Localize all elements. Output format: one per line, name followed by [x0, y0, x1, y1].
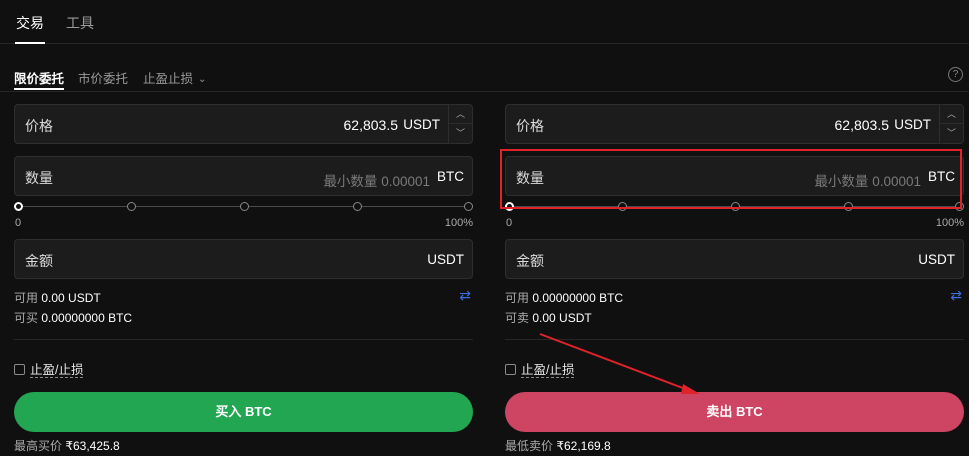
slider-stop-25[interactable] — [618, 202, 627, 211]
slider-stop-100[interactable] — [464, 202, 473, 211]
top-tab-bar: 交易 工具 — [0, 0, 969, 44]
chevron-down-icon[interactable]: ﹀ — [449, 124, 472, 143]
buy-can-label: 可买 — [14, 311, 39, 325]
slider-stop-50[interactable] — [240, 202, 249, 211]
sell-quantity-placeholder: 最小数量 0.00001 — [814, 174, 921, 189]
buy-best-price: 最高买价 ₹63,425.8 — [14, 437, 120, 454]
tab-market-order[interactable]: 市价委托 — [78, 68, 128, 87]
buy-quantity-slider[interactable] — [14, 202, 473, 212]
sell-can-value: 0.00 USDT — [532, 311, 592, 325]
buy-available-value: 0.00 USDT — [41, 291, 101, 305]
sell-best-label: 最低卖价 — [505, 439, 554, 453]
buy-slider-min: 0 — [15, 217, 22, 229]
buy-best-label: 最高买价 — [14, 439, 63, 453]
buy-quantity-field[interactable]: 数量 最小数量 0.00001 BTC — [14, 156, 473, 196]
buy-price-unit: USDT — [403, 117, 440, 132]
divider — [505, 339, 964, 340]
sell-tpsl-label: 止盈/止损 — [521, 363, 575, 378]
sell-quantity-unit: BTC — [928, 169, 955, 184]
sell-price-value: 62,803.5 — [834, 117, 890, 133]
buy-can-value: 0.00000000 BTC — [41, 311, 133, 325]
buy-tpsl-toggle[interactable]: 止盈/止损 — [14, 359, 84, 378]
buy-quantity-label: 数量 — [25, 170, 53, 186]
chevron-down-icon: ⌄ — [198, 74, 207, 85]
sell-best-price: 最低卖价 ₹62,169.8 — [505, 437, 611, 454]
sell-price-label: 价格 — [516, 118, 544, 134]
slider-handle[interactable] — [14, 202, 23, 211]
buy-amount-unit: USDT — [427, 252, 464, 267]
buy-panel: 价格 62,803.5 USDT ︿ ﹀ 数量 最小数量 0.00001 BTC… — [14, 104, 473, 456]
sell-available-value: 0.00000000 BTC — [532, 291, 624, 305]
chevron-up-icon[interactable]: ︿ — [449, 105, 472, 124]
buy-amount-field[interactable]: 金额 USDT — [14, 239, 473, 279]
buy-can-buy: 可买 0.00000000 BTC — [14, 309, 132, 326]
swap-icon[interactable]: ⇄ — [950, 287, 962, 304]
chevron-down-icon[interactable]: ﹀ — [940, 124, 963, 143]
checkbox-icon[interactable] — [505, 364, 516, 375]
slider-stop-75[interactable] — [353, 202, 362, 211]
sell-amount-field[interactable]: 金额 USDT — [505, 239, 964, 279]
buy-price-field[interactable]: 价格 62,803.5 USDT ︿ ﹀ — [14, 104, 473, 144]
sell-quantity-slider[interactable] — [505, 202, 964, 212]
slider-handle[interactable] — [505, 202, 514, 211]
slider-stop-25[interactable] — [127, 202, 136, 211]
tab-tools[interactable]: 工具 — [66, 13, 94, 33]
slider-stop-50[interactable] — [731, 202, 740, 211]
sell-price-field[interactable]: 价格 62,803.5 USDT ︿ ﹀ — [505, 104, 964, 144]
sell-panel: 价格 62,803.5 USDT ︿ ﹀ 数量 最小数量 0.00001 BTC… — [505, 104, 964, 456]
buy-available-label: 可用 — [14, 291, 39, 305]
sell-best-value: ₹62,169.8 — [556, 439, 611, 453]
buy-price-value: 62,803.5 — [343, 117, 399, 133]
sell-tpsl-toggle[interactable]: 止盈/止损 — [505, 359, 575, 378]
buy-amount-label: 金额 — [25, 253, 53, 269]
buy-btc-button[interactable]: 买入 BTC — [14, 392, 473, 432]
sell-amount-label: 金额 — [516, 253, 544, 269]
sell-slider-min: 0 — [506, 217, 513, 229]
sell-available-label: 可用 — [505, 291, 530, 305]
chevron-up-icon[interactable]: ︿ — [940, 105, 963, 124]
sell-btc-button[interactable]: 卖出 BTC — [505, 392, 964, 432]
divider — [14, 339, 473, 340]
sell-slider-max: 100% — [935, 217, 964, 229]
sell-can-sell: 可卖 0.00 USDT — [505, 309, 592, 326]
sell-can-label: 可卖 — [505, 311, 530, 325]
sell-amount-unit: USDT — [918, 252, 955, 267]
buy-slider-max: 100% — [444, 217, 473, 229]
tab-tpsl-label: 止盈止损 — [143, 72, 194, 86]
buy-quantity-unit: BTC — [437, 169, 464, 184]
buy-tpsl-label: 止盈/止损 — [30, 363, 84, 378]
tab-trade[interactable]: 交易 — [15, 13, 45, 44]
sell-price-stepper: ︿ ﹀ — [939, 105, 963, 143]
buy-available: 可用 0.00 USDT — [14, 289, 101, 306]
sell-price-unit: USDT — [894, 117, 931, 132]
sell-quantity-field[interactable]: 数量 最小数量 0.00001 BTC — [505, 156, 964, 196]
sell-available: 可用 0.00000000 BTC — [505, 289, 623, 306]
buy-price-label: 价格 — [25, 118, 53, 134]
tab-tpsl-order[interactable]: 止盈止损 ⌄ — [143, 68, 206, 87]
tab-limit-order[interactable]: 限价委托 — [14, 68, 65, 90]
slider-stop-75[interactable] — [844, 202, 853, 211]
buy-best-value: ₹63,425.8 — [65, 439, 120, 453]
checkbox-icon[interactable] — [14, 364, 25, 375]
order-type-tabs: 限价委托 市价委托 止盈止损 ⌄ — [0, 44, 969, 92]
help-icon[interactable]: ? — [948, 67, 963, 82]
sell-quantity-label: 数量 — [516, 170, 544, 186]
swap-icon[interactable]: ⇄ — [459, 287, 471, 304]
buy-price-stepper: ︿ ﹀ — [448, 105, 472, 143]
slider-stop-100[interactable] — [955, 202, 964, 211]
buy-quantity-placeholder: 最小数量 0.00001 — [323, 174, 430, 189]
